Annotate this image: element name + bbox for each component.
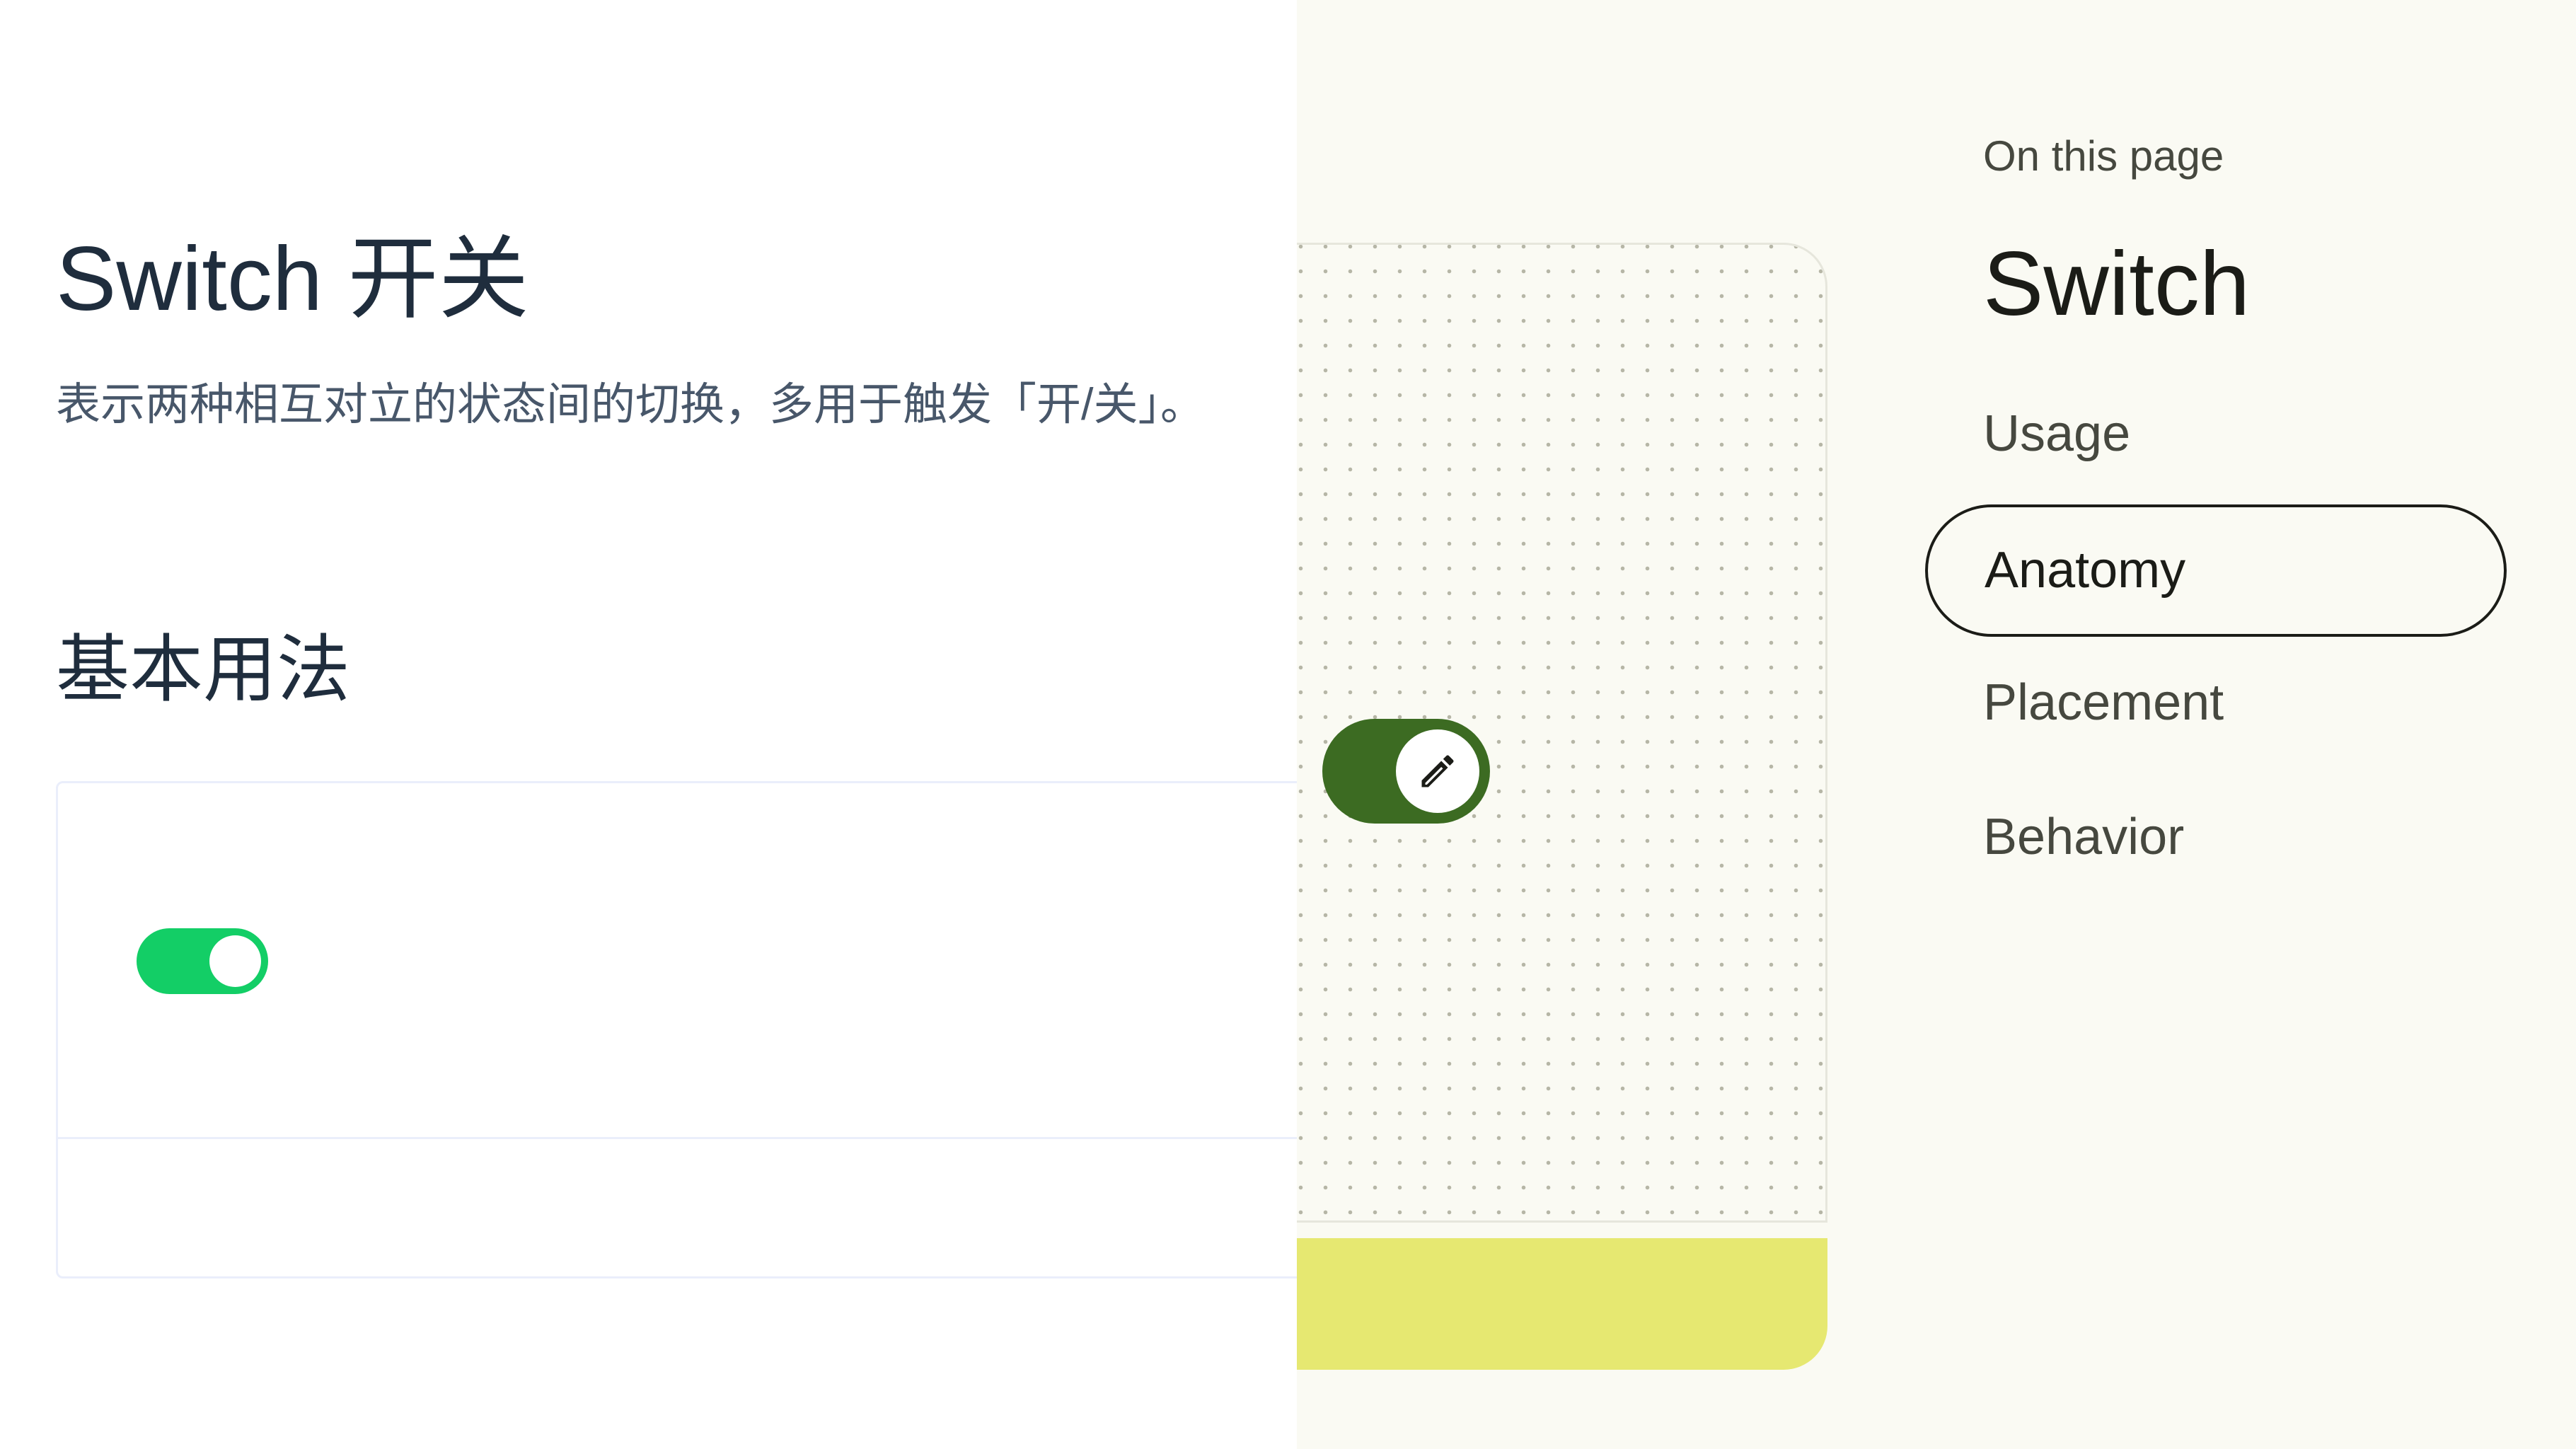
page-description: 表示两种相互对立的状态间的切换，多用于触发「开/关」。 [56, 380, 1206, 429]
toc-item-anatomy[interactable]: Anatomy [1925, 504, 2507, 637]
m3-switch[interactable] [1322, 719, 1490, 824]
page-title: Switch 开关 [56, 229, 529, 330]
element-docs-panel: Switch 开关 表示两种相互对立的状态间的切换，多用于触发「开/关」。 基本… [0, 0, 1297, 1449]
pencil-icon [1421, 755, 1454, 787]
material-docs-panel: On this page Switch Usage Anatomy Placem… [1297, 0, 2576, 1449]
toc-heading: On this page [1983, 132, 2224, 180]
banner-bar [1297, 1238, 1827, 1370]
dotted-canvas [1297, 243, 1827, 1223]
toc-item-placement[interactable]: Placement [1983, 672, 2224, 733]
demo-divider [58, 1137, 1297, 1139]
toc-item-label: Anatomy [1985, 542, 2186, 599]
demo-block [56, 781, 1297, 1278]
toc-title: Switch [1983, 233, 2250, 335]
section-title: 基本用法 [56, 629, 351, 711]
toc-item-behavior[interactable]: Behavior [1983, 807, 2184, 867]
basic-switch[interactable] [137, 928, 268, 994]
switch-handle [1396, 729, 1479, 813]
switch-knob [209, 935, 261, 987]
toc-item-usage[interactable]: Usage [1983, 403, 2130, 464]
